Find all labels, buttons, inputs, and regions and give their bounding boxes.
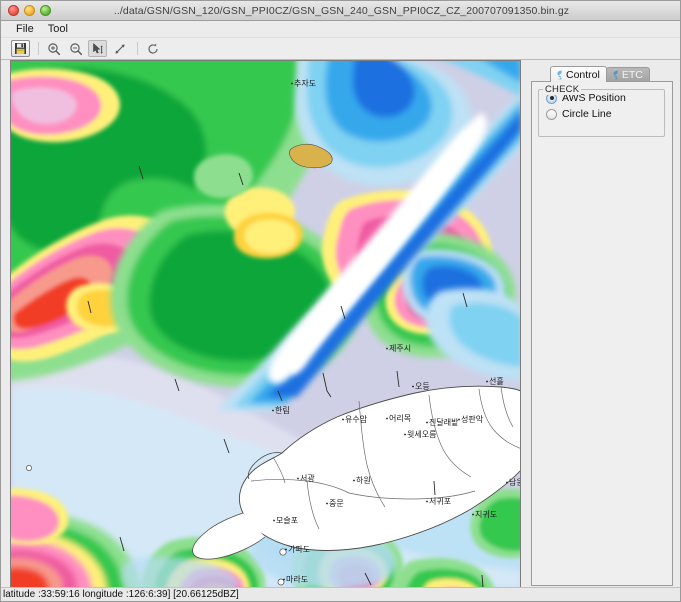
map-place-label: 마라도: [286, 575, 308, 584]
window-controls: [8, 5, 51, 16]
magnifier-plus-icon: [47, 42, 60, 55]
map-place-label: 윗세오름: [407, 430, 436, 439]
tab-strip: Control ETC: [550, 65, 650, 82]
side-panel: Control ETC CHECK AWS Position Circle Li…: [531, 65, 673, 586]
map-place-label: 오등: [415, 382, 430, 391]
floppy-disk-icon: [15, 43, 26, 54]
check-group-legend: CHECK: [543, 84, 582, 95]
close-button[interactable]: [8, 5, 19, 16]
map-label-dot: [520, 434, 521, 436]
status-bar: latitude :33:59:16 longitude :126:6:39] …: [1, 587, 680, 601]
map-place-label: 남원: [509, 478, 521, 487]
tab-control[interactable]: Control: [550, 66, 607, 82]
map-label-dot: [386, 347, 388, 350]
map-place-label: 선흘: [489, 376, 504, 386]
map-place-label: 성판악: [461, 414, 484, 424]
diagonal-arrow-icon: [114, 43, 125, 54]
map-label-dot: [353, 479, 355, 482]
map-label-dot: [426, 421, 428, 424]
panel-body: CHECK AWS Position Circle Line: [531, 81, 673, 586]
map-label-dot: [285, 548, 287, 551]
map-place-label: 모슬포: [276, 515, 298, 525]
radio-circle-line-label: Circle Line: [562, 108, 612, 120]
map-label-dot: [272, 409, 274, 412]
map-label-dot: [486, 380, 488, 383]
application-window: ../data/GSN/GSN_120/GSN_PPI0CZ/GSN_GSN_2…: [0, 0, 681, 602]
map-label-dot: [404, 433, 406, 436]
control-icon: [556, 70, 562, 79]
etc-icon: [612, 70, 618, 80]
save-button[interactable]: [11, 40, 30, 57]
measure-tool-button[interactable]: [110, 40, 129, 57]
map-label-dot: [342, 418, 344, 421]
status-text: latitude :33:59:16 longitude :126:6:39] …: [3, 589, 239, 600]
map-label-dot: [283, 578, 285, 581]
radar-map-canvas[interactable]: 추자도제주시오등선흘한림유수암어리목진달래밭성판악윗세오름가시서광하원중문서귀포…: [10, 60, 521, 588]
menu-bar: File Tool: [1, 21, 680, 38]
refresh-icon: [147, 43, 158, 54]
check-group: CHECK AWS Position Circle Line: [538, 84, 665, 137]
map-label-dot: [412, 385, 414, 388]
map-place-label: 어리목: [389, 413, 411, 423]
tool-bar: [1, 38, 680, 60]
zoom-button[interactable]: [40, 5, 51, 16]
map-label-dot: [472, 513, 474, 516]
menu-item-tool[interactable]: Tool: [41, 22, 75, 36]
reset-button[interactable]: [143, 40, 162, 57]
tab-control-label: Control: [566, 68, 600, 81]
map-label-dot: [458, 418, 460, 421]
tab-etc[interactable]: ETC: [605, 67, 650, 82]
radio-dot-icon: [549, 96, 554, 100]
map-place-label: 하원: [356, 475, 371, 485]
map-place-label: 진달래밭: [429, 417, 459, 427]
toolbar-separator-2: [137, 42, 138, 55]
map-place-label: 서광: [300, 473, 315, 483]
radio-circle-line-control[interactable]: [546, 108, 557, 120]
map-label-dot: [273, 519, 275, 522]
window-title: ../data/GSN/GSN_120/GSN_PPI0CZ/GSN_GSN_2…: [113, 4, 570, 17]
map-label-dot: [291, 82, 293, 85]
map-place-label: 제주시: [389, 344, 411, 353]
map-place-label: 추자도: [294, 79, 316, 88]
title-bar: ../data/GSN/GSN_120/GSN_PPI0CZ/GSN_GSN_2…: [1, 1, 680, 21]
radar-reflectivity-image: 추자도제주시오등선흘한림유수암어리목진달래밭성판악윗세오름가시서광하원중문서귀포…: [11, 61, 521, 587]
map-place-label: 가파도: [288, 545, 310, 554]
map-label-dot: [297, 477, 299, 480]
map-place-label: 한림: [275, 405, 290, 415]
minimize-button[interactable]: [24, 5, 35, 16]
magnifier-minus-icon: [69, 42, 82, 55]
map-place-label: 서귀포: [429, 496, 451, 506]
map-place-label: 중문: [329, 499, 344, 508]
pointer-move-icon: [92, 42, 103, 54]
tab-etc-label: ETC: [621, 69, 643, 81]
pan-tool-button[interactable]: [88, 40, 107, 57]
menu-item-file[interactable]: File: [9, 22, 41, 36]
radio-circle-line[interactable]: Circle Line: [546, 106, 664, 122]
map-place-label: 유수암: [345, 414, 368, 424]
map-label-dot: [426, 500, 428, 503]
map-label-dot: [326, 502, 328, 505]
zoom-in-button[interactable]: [44, 40, 63, 57]
zoom-out-button[interactable]: [66, 40, 85, 57]
toolbar-separator: [38, 42, 39, 55]
map-label-dot: [506, 481, 508, 484]
map-place-label: 지귀도: [475, 509, 497, 519]
map-label-dot: [386, 417, 388, 420]
